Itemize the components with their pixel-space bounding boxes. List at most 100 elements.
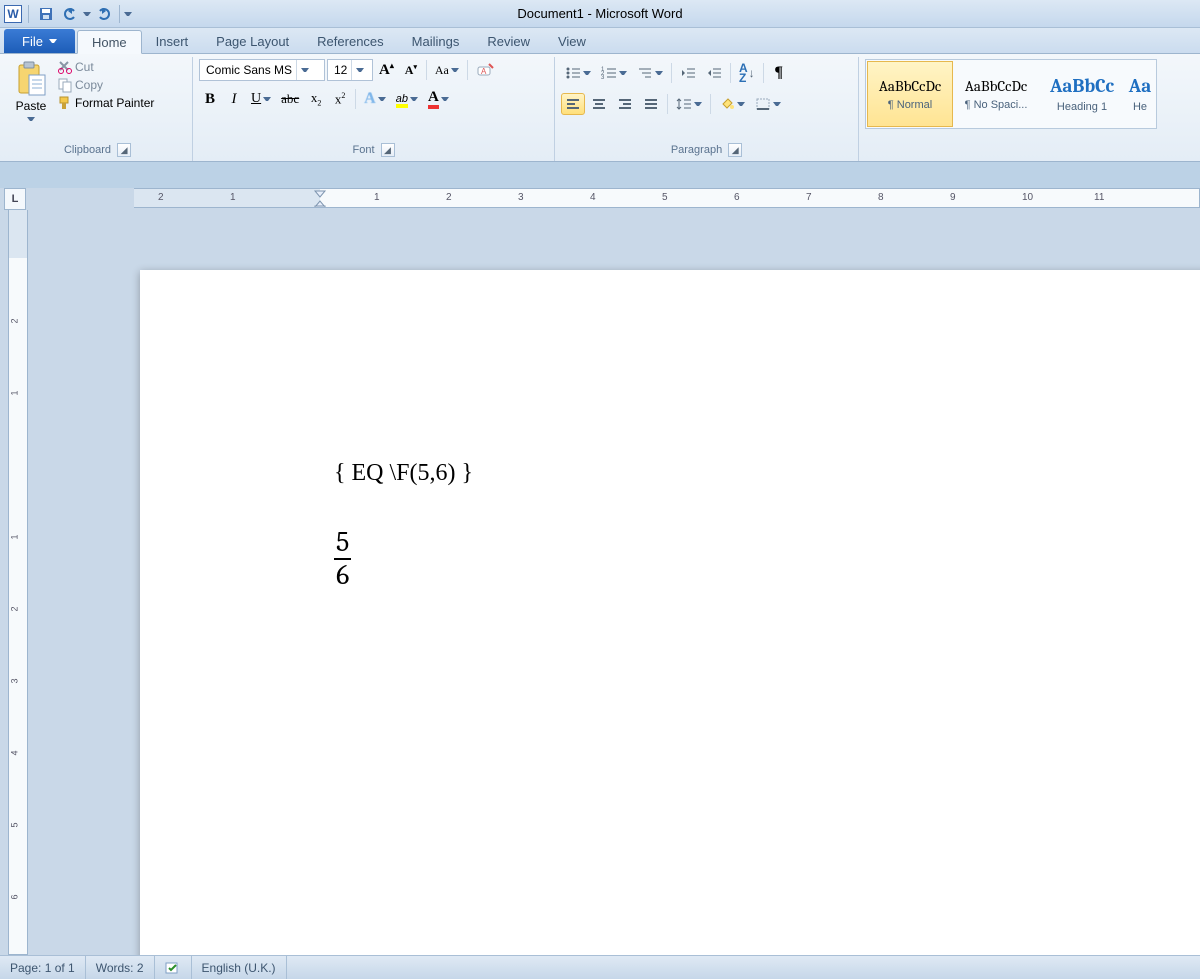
vertical-ruler[interactable]: 2 1 1 2 3 4 5 6 <box>8 210 28 955</box>
align-center-button[interactable] <box>587 93 611 115</box>
status-bar: Page: 1 of 1 Words: 2 English (U.K.) <box>0 955 1200 979</box>
sort-button[interactable]: AZ↓ <box>735 59 759 87</box>
tab-file[interactable]: File <box>4 29 75 53</box>
group-clipboard: Paste Cut Copy Format Painter Clipboa <box>3 57 193 161</box>
tab-selector[interactable]: L <box>4 188 26 210</box>
change-case-button[interactable]: Aa <box>431 59 463 81</box>
show-hide-button[interactable]: ¶ <box>768 62 790 84</box>
group-paragraph-label: Paragraph <box>671 144 722 156</box>
page[interactable]: { EQ \F(5,6) } 5 6 <box>140 270 1200 955</box>
tab-insert[interactable]: Insert <box>142 29 203 53</box>
strikethrough-button[interactable]: abc <box>277 88 303 110</box>
fraction-numerator: 5 <box>334 527 351 560</box>
cut-label: Cut <box>75 60 94 74</box>
proofing-icon <box>165 961 181 975</box>
font-size-combo[interactable]: 12 <box>327 59 373 81</box>
style-heading-2[interactable]: Aa He <box>1125 61 1155 127</box>
tab-page-layout[interactable]: Page Layout <box>202 29 303 53</box>
undo-button[interactable] <box>59 3 81 25</box>
group-clipboard-label: Clipboard <box>64 144 111 156</box>
style-heading-1[interactable]: AaBbCc Heading 1 <box>1039 61 1125 127</box>
styles-gallery[interactable]: AaBbCcDc ¶ Normal AaBbCcDc ¶ No Spaci...… <box>865 59 1157 129</box>
align-left-button[interactable] <box>561 93 585 115</box>
borders-button[interactable] <box>751 93 785 115</box>
status-proofing[interactable] <box>155 956 192 979</box>
multilevel-list-button[interactable] <box>633 62 667 84</box>
decrease-indent-button[interactable] <box>676 62 700 84</box>
superscript-button[interactable]: x2 <box>329 88 351 110</box>
group-font-label: Font <box>352 144 374 156</box>
tab-references[interactable]: References <box>303 29 397 53</box>
font-name-combo[interactable]: Comic Sans MS <box>199 59 325 81</box>
align-right-button[interactable] <box>613 93 637 115</box>
cut-button[interactable]: Cut <box>57 59 154 75</box>
clear-formatting-button[interactable]: A <box>472 59 500 81</box>
shrink-font-button[interactable]: A▾ <box>400 59 422 81</box>
shading-button[interactable] <box>715 93 749 115</box>
group-styles: AaBbCcDc ¶ Normal AaBbCcDc ¶ No Spaci...… <box>859 57 1197 161</box>
eraser-icon: A <box>476 61 496 79</box>
svg-text:3: 3 <box>601 75 605 80</box>
style-no-spacing[interactable]: AaBbCcDc ¶ No Spaci... <box>953 61 1039 127</box>
ribbon-tabs: File Home Insert Page Layout References … <box>0 28 1200 54</box>
fraction-denominator: 6 <box>334 560 351 591</box>
copy-label: Copy <box>75 78 103 92</box>
format-painter-label: Format Painter <box>75 96 154 110</box>
line-spacing-button[interactable] <box>672 93 706 115</box>
ribbon: Paste Cut Copy Format Painter Clipboa <box>0 54 1200 162</box>
increase-indent-button[interactable] <box>702 62 726 84</box>
font-size-value: 12 <box>334 63 347 77</box>
paste-label: Paste <box>16 99 47 113</box>
undo-dropdown[interactable] <box>83 10 91 18</box>
tab-review[interactable]: Review <box>473 29 544 53</box>
page-viewport[interactable]: { EQ \F(5,6) } 5 6 <box>34 210 1200 955</box>
copy-button[interactable]: Copy <box>57 77 154 93</box>
qat-customize-dropdown[interactable] <box>124 10 132 18</box>
svg-text:A: A <box>481 67 487 76</box>
numbering-button[interactable]: 123 <box>597 62 631 84</box>
save-button[interactable] <box>35 3 57 25</box>
status-language[interactable]: English (U.K.) <box>192 956 287 979</box>
tab-mailings[interactable]: Mailings <box>398 29 474 53</box>
justify-button[interactable] <box>639 93 663 115</box>
text-effects-button[interactable]: A <box>360 88 390 110</box>
paste-dropdown-icon <box>27 115 35 123</box>
file-dropdown-icon <box>49 37 57 45</box>
tab-view[interactable]: View <box>544 29 600 53</box>
group-paragraph: 123 AZ↓ ¶ Pa <box>555 57 859 161</box>
group-font: Comic Sans MS 12 A▴ A▾ Aa A B I U <box>193 57 555 161</box>
cut-icon <box>57 59 73 75</box>
status-page[interactable]: Page: 1 of 1 <box>0 956 86 979</box>
underline-button[interactable]: U <box>247 88 275 110</box>
format-painter-icon <box>57 95 73 111</box>
font-color-button[interactable]: A <box>424 87 453 111</box>
font-name-value: Comic Sans MS <box>206 63 292 77</box>
paste-icon <box>15 61 47 97</box>
document-area: L 2 1 1 2 3 4 5 6 2 1 1 <box>0 188 1200 955</box>
title-bar: W Document1 - Microsoft Word <box>0 0 1200 28</box>
subscript-button[interactable]: x2 <box>305 88 327 110</box>
clipboard-launcher[interactable]: ◢ <box>117 143 131 157</box>
format-painter-button[interactable]: Format Painter <box>57 95 154 111</box>
highlight-button[interactable]: ab <box>392 88 422 110</box>
status-words[interactable]: Words: 2 <box>86 956 155 979</box>
bold-button[interactable]: B <box>199 88 221 110</box>
copy-icon <box>57 77 73 93</box>
style-normal[interactable]: AaBbCcDc ¶ Normal <box>867 61 953 127</box>
bullets-button[interactable] <box>561 62 595 84</box>
horizontal-ruler[interactable]: 2 1 1 2 3 4 5 6 7 8 9 10 11 <box>134 188 1200 208</box>
redo-button[interactable] <box>93 3 115 25</box>
app-icon: W <box>4 5 22 23</box>
italic-button[interactable]: I <box>223 88 245 110</box>
paragraph-launcher[interactable]: ◢ <box>728 143 742 157</box>
fraction-result[interactable]: 5 6 <box>334 527 351 591</box>
paste-button[interactable]: Paste <box>9 59 53 125</box>
window-title: Document1 - Microsoft Word <box>0 6 1200 21</box>
tab-home[interactable]: Home <box>77 30 142 54</box>
bucket-icon <box>719 96 735 112</box>
grow-font-button[interactable]: A▴ <box>375 59 398 81</box>
tab-file-label: File <box>22 34 43 49</box>
indent-markers[interactable] <box>313 189 327 208</box>
font-launcher[interactable]: ◢ <box>381 143 395 157</box>
field-code-text[interactable]: { EQ \F(5,6) } <box>334 460 1200 487</box>
